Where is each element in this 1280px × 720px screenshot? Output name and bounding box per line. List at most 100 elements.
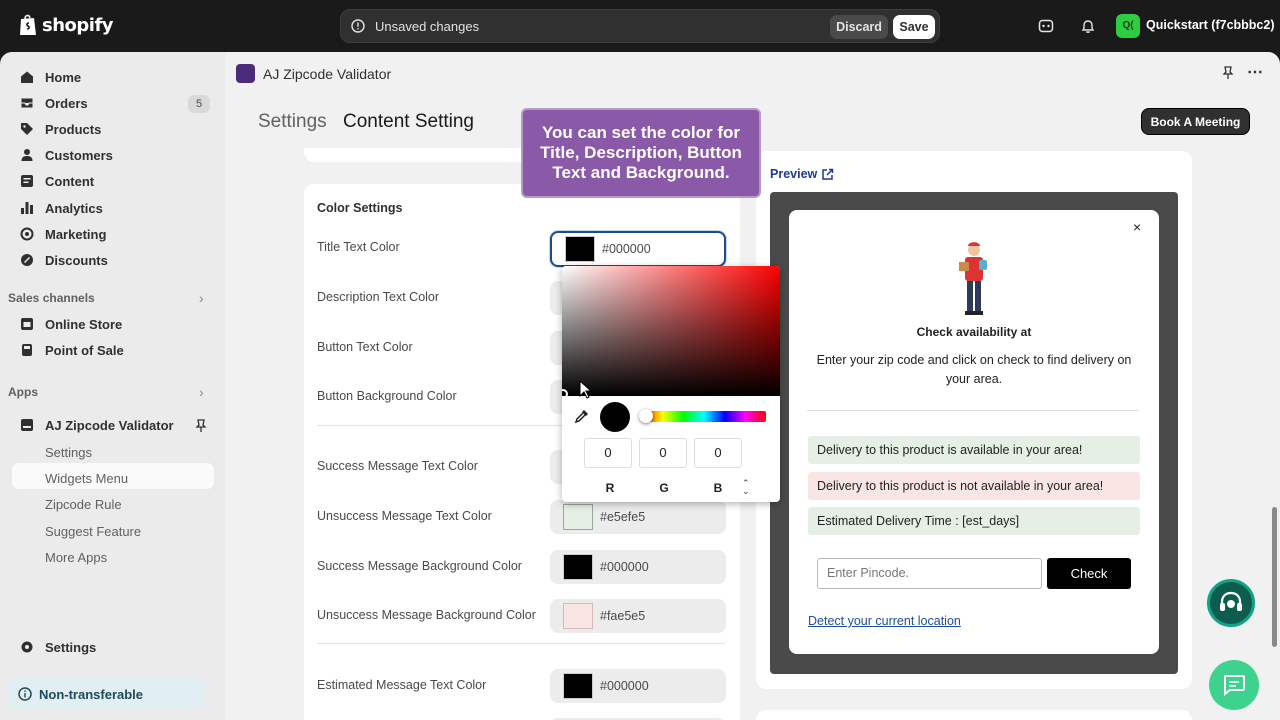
orders-count-badge: 5 <box>188 95 210 113</box>
estimated-message: Estimated Delivery Time : [est_days] <box>808 507 1140 535</box>
sidebar-item-content[interactable]: Content <box>20 171 94 191</box>
green-input[interactable]: 0 <box>639 438 687 468</box>
hue-slider[interactable] <box>642 411 766 422</box>
color-picker-popover: 0 0 0 R G B ⌃ ⌄ <box>562 266 780 502</box>
alert-circle-icon <box>351 19 365 33</box>
unsuccess-message-text-color-field[interactable]: #e5efe5 <box>550 500 726 534</box>
eyedropper-icon[interactable] <box>574 408 590 424</box>
assistant-icon[interactable] <box>1038 18 1054 34</box>
external-link-icon <box>822 168 834 180</box>
sidebar-item-orders[interactable]: Orders <box>20 93 88 113</box>
saturation-area[interactable] <box>562 266 780 396</box>
color-swatch[interactable] <box>563 554 593 580</box>
breadcrumb-settings[interactable]: Settings <box>258 111 327 133</box>
button-text-color-label: Button Text Color <box>317 340 413 354</box>
preview-link[interactable]: Preview <box>770 167 834 181</box>
title-text-color-field[interactable]: #000000 <box>550 231 726 267</box>
more-options-icon[interactable]: ⋯ <box>1247 62 1263 82</box>
sidebar-subitem-widgets-menu[interactable]: Widgets Menu <box>45 471 128 486</box>
store-name[interactable]: Quickstart (f7cbbbc2) <box>1146 18 1275 32</box>
brand-name: shopify <box>42 14 114 36</box>
color-swatch[interactable] <box>563 504 593 530</box>
sidebar-item-analytics[interactable]: Analytics <box>20 198 103 218</box>
saturation-cursor[interactable] <box>562 389 568 399</box>
support-headset-button[interactable] <box>1207 579 1255 627</box>
hue-slider-handle[interactable] <box>639 409 653 423</box>
chat-icon <box>1224 675 1245 696</box>
close-icon[interactable]: × <box>1133 219 1141 235</box>
apps-label: Apps <box>8 385 38 399</box>
color-swatch[interactable] <box>563 673 593 699</box>
success-message-background-color-field[interactable]: #000000 <box>550 550 726 584</box>
preview-description: Enter your zip code and click on check t… <box>816 353 1132 386</box>
sidebar-item-marketing[interactable]: Marketing <box>20 224 106 244</box>
unsuccess-message-text-color-label: Unsuccess Message Text Color <box>317 509 492 523</box>
delivery-person-icon <box>959 242 987 315</box>
sidebar-item-customers[interactable]: Customers <box>20 145 113 165</box>
unsuccess-message: Delivery to this product is not availabl… <box>808 472 1140 500</box>
discard-button[interactable]: Discard <box>830 15 888 39</box>
green-label: G <box>659 481 669 495</box>
store-avatar[interactable]: Q( <box>1116 14 1140 38</box>
success-message-background-color-label: Success Message Background Color <box>317 559 522 573</box>
blue-input[interactable]: 0 <box>694 438 742 468</box>
scrollbar-thumb[interactable] <box>1272 507 1277 647</box>
mouse-cursor-icon <box>579 380 593 399</box>
sidebar-item-home[interactable]: Home <box>20 67 81 87</box>
unsuccess-message-background-color-label: Unsuccess Message Background Color <box>317 608 536 622</box>
sidebar-item-label: Point of Sale <box>45 342 124 358</box>
detect-location-link[interactable]: Detect your current location <box>808 614 961 628</box>
bell-icon[interactable] <box>1080 18 1096 34</box>
save-button[interactable]: Save <box>893 15 935 39</box>
description-text-color-label: Description Text Color <box>317 290 440 304</box>
preview-modal: × Check availability at Enter your zip c… <box>789 210 1159 654</box>
sidebar-item-label: Home <box>45 69 82 85</box>
shopify-logo[interactable]: shopify <box>18 13 114 37</box>
top-bar: shopify Unsaved changes Discard Save Q( … <box>0 0 1280 52</box>
sidebar-subitem-more-apps[interactable]: More Apps <box>45 550 107 565</box>
sidebar-item-label: Settings <box>45 639 97 655</box>
divider <box>317 643 725 644</box>
chevron-right-icon[interactable]: › <box>199 290 204 306</box>
non-transferable-banner[interactable]: Non-transferable <box>8 678 206 710</box>
unsuccess-message-background-color-field[interactable]: #fae5e5 <box>550 599 726 633</box>
sidebar-item-point-of-sale[interactable]: Point of Sale <box>20 340 124 360</box>
sidebar-item-discounts[interactable]: Discounts <box>20 250 108 270</box>
sidebar-item-label: Analytics <box>45 200 103 216</box>
chevron-right-icon[interactable]: › <box>199 384 204 400</box>
sidebar-item-label: AJ Zipcode Validator <box>45 417 174 433</box>
book-meeting-button[interactable]: Book A Meeting <box>1141 108 1250 135</box>
sidebar-subitem-settings[interactable]: Settings <box>45 445 92 460</box>
target-icon <box>20 227 34 241</box>
sidebar-subitem-suggest-feature[interactable]: Suggest Feature <box>45 524 141 539</box>
sidebar-subitem-zipcode-rule[interactable]: Zipcode Rule <box>45 497 122 512</box>
pin-icon[interactable] <box>1222 66 1234 80</box>
color-settings-title: Color Settings <box>317 201 403 215</box>
color-swatch[interactable] <box>563 603 593 629</box>
success-message-text-color-label: Success Message Text Color <box>317 459 478 473</box>
pin-icon[interactable] <box>195 419 207 433</box>
red-input[interactable]: 0 <box>584 438 632 468</box>
gear-icon <box>21 641 33 653</box>
discount-icon <box>21 254 33 266</box>
sidebar-item-label: Discounts <box>45 252 108 268</box>
divider <box>807 410 1139 411</box>
format-toggle-icon[interactable]: ⌃ ⌄ <box>742 479 752 496</box>
estimated-message-text-color-field[interactable]: #000000 <box>550 669 726 703</box>
next-card-top <box>756 710 1192 720</box>
sidebar-item-aj-zipcode-validator[interactable]: AJ Zipcode Validator <box>20 415 174 435</box>
chat-button[interactable] <box>1209 660 1259 710</box>
color-value: #000000 <box>600 679 649 693</box>
sidebar-item-settings[interactable]: Settings <box>20 637 96 657</box>
color-value: #fae5e5 <box>600 609 646 623</box>
sidebar-item-products[interactable]: Products <box>20 119 101 139</box>
orders-icon <box>20 97 34 109</box>
color-swatch[interactable] <box>565 236 595 262</box>
current-color-preview <box>600 402 630 432</box>
color-value: #000000 <box>600 560 649 574</box>
unsaved-changes-text: Unsaved changes <box>375 19 480 34</box>
pincode-input[interactable]: Enter Pincode. <box>817 558 1042 589</box>
sidebar-item-online-store[interactable]: Online Store <box>20 314 122 334</box>
check-button[interactable]: Check <box>1047 558 1131 589</box>
app-icon <box>21 419 33 431</box>
